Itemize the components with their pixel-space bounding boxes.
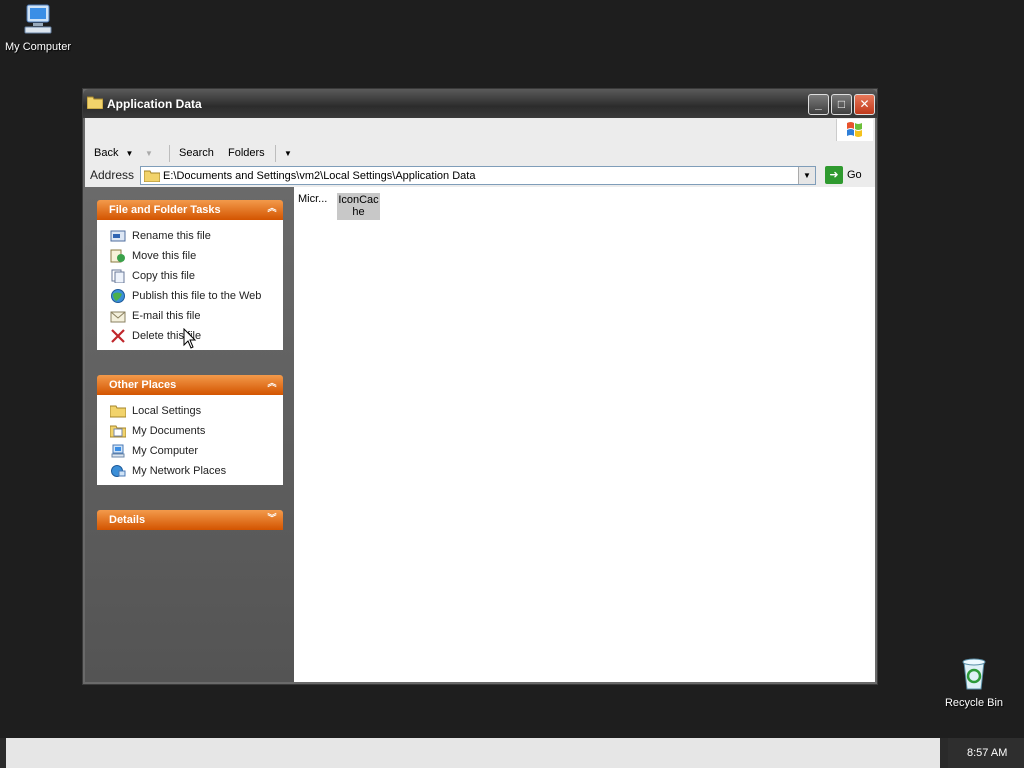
menu-bar: [85, 118, 875, 143]
explorer-window: Application Data _ □ ✕ Back ▼ ▼ Search F…: [82, 88, 878, 685]
panel-title: Other Places: [109, 379, 177, 391]
window-title: Application Data: [107, 97, 202, 111]
chevron-down-icon: ▼: [145, 149, 153, 158]
maximize-button[interactable]: □: [831, 94, 852, 115]
file-item[interactable]: Micr...: [298, 193, 327, 205]
chevron-down-icon: ▼: [803, 171, 811, 180]
windows-logo-icon: [836, 119, 873, 141]
move-icon: [110, 249, 125, 263]
place-label: My Network Places: [132, 465, 227, 477]
network-icon: [111, 465, 126, 477]
my-documents-icon: [110, 425, 126, 438]
place-label: Local Settings: [132, 405, 202, 417]
desktop-icon-label: Recycle Bin: [944, 697, 1004, 709]
chevron-down-icon: ▼: [284, 149, 292, 158]
panel-title: File and Folder Tasks: [109, 204, 221, 216]
folder-icon: [143, 169, 161, 185]
task-email-file[interactable]: E-mail this file: [97, 306, 283, 326]
task-copy-file[interactable]: Copy this file: [97, 266, 283, 286]
task-label: Move this file: [132, 250, 197, 262]
toolbar-separator: [275, 145, 276, 162]
task-rename-file[interactable]: Rename this file: [97, 226, 283, 246]
taskbar: 8:57 AM: [0, 738, 1024, 768]
address-input[interactable]: E:\Documents and Settings\vm2\Local Sett…: [140, 166, 816, 185]
computer-icon: [111, 444, 125, 458]
views-dropdown[interactable]: ▼: [284, 147, 292, 159]
minimize-button[interactable]: _: [808, 94, 829, 115]
clock[interactable]: 8:57 AM: [967, 747, 1007, 759]
desktop-icon-label: My Computer: [4, 41, 72, 53]
collapse-icon[interactable]: ︽: [266, 378, 278, 390]
address-value: E:\Documents and Settings\vm2\Local Sett…: [163, 170, 476, 182]
panel-header[interactable]: Other Places ︽: [97, 375, 283, 395]
place-my-network-places[interactable]: My Network Places: [97, 461, 283, 481]
copy-icon: [111, 269, 125, 283]
recycle-bin-icon: [962, 658, 986, 690]
close-button[interactable]: ✕: [854, 94, 875, 115]
task-label: E-mail this file: [132, 310, 201, 322]
email-icon: [110, 311, 126, 323]
go-label: Go: [847, 169, 862, 181]
search-button[interactable]: Search: [179, 147, 214, 159]
details-panel: Details ︾: [97, 510, 283, 530]
expand-icon[interactable]: ︾: [266, 513, 278, 525]
panel-header[interactable]: File and Folder Tasks ︽: [97, 200, 283, 220]
panel-header[interactable]: Details ︾: [97, 510, 283, 530]
computer-icon: [24, 4, 52, 34]
folder-icon: [110, 405, 126, 418]
task-label: Rename this file: [132, 230, 211, 242]
task-label: Copy this file: [132, 270, 195, 282]
chevron-down-icon: ▼: [125, 149, 134, 158]
forward-dropdown[interactable]: ▼: [145, 147, 153, 159]
go-button[interactable]: ➜ Go: [825, 166, 871, 185]
file-item-selected[interactable]: IconCac he: [337, 193, 380, 220]
back-button[interactable]: Back ▼: [94, 147, 133, 159]
address-label: Address: [90, 168, 135, 182]
taskbar-buttons-area[interactable]: [6, 738, 940, 768]
rename-icon: [110, 230, 126, 242]
collapse-icon[interactable]: ︽: [266, 203, 278, 215]
toolbar: Back ▼ ▼ Search Folders ▼: [85, 142, 875, 166]
delete-icon: [111, 329, 125, 343]
place-my-computer[interactable]: My Computer: [97, 441, 283, 461]
title-bar[interactable]: Application Data _ □ ✕: [83, 89, 877, 118]
toolbar-separator: [169, 145, 170, 162]
folder-icon: [86, 95, 104, 112]
folders-button[interactable]: Folders: [228, 147, 265, 159]
address-bar: Address E:\Documents and Settings\vm2\Lo…: [85, 165, 875, 188]
address-dropdown-button[interactable]: ▼: [798, 167, 815, 184]
other-places-panel: Other Places ︽ Local Settings My Documen…: [97, 375, 283, 485]
task-publish-web[interactable]: Publish this file to the Web: [97, 286, 283, 306]
back-label: Back: [94, 147, 119, 159]
task-label: Publish this file to the Web: [132, 290, 262, 302]
publish-web-icon: [111, 289, 125, 303]
desktop-icon-recycle-bin[interactable]: Recycle Bin: [934, 656, 1014, 709]
panel-title: Details: [109, 514, 146, 526]
place-local-settings[interactable]: Local Settings: [97, 401, 283, 421]
task-move-file[interactable]: Move this file: [97, 246, 283, 266]
go-arrow-icon: ➜: [825, 166, 843, 184]
file-label: IconCac he: [338, 194, 379, 218]
place-label: My Computer: [132, 445, 199, 457]
desktop-icon-my-computer[interactable]: My Computer: [0, 2, 78, 53]
place-my-documents[interactable]: My Documents: [97, 421, 283, 441]
place-label: My Documents: [132, 425, 206, 437]
mouse-cursor-icon: [183, 328, 197, 349]
task-pane: File and Folder Tasks ︽ Rename this file…: [85, 187, 294, 682]
file-list-area[interactable]: Micr... IconCac he: [294, 187, 875, 682]
